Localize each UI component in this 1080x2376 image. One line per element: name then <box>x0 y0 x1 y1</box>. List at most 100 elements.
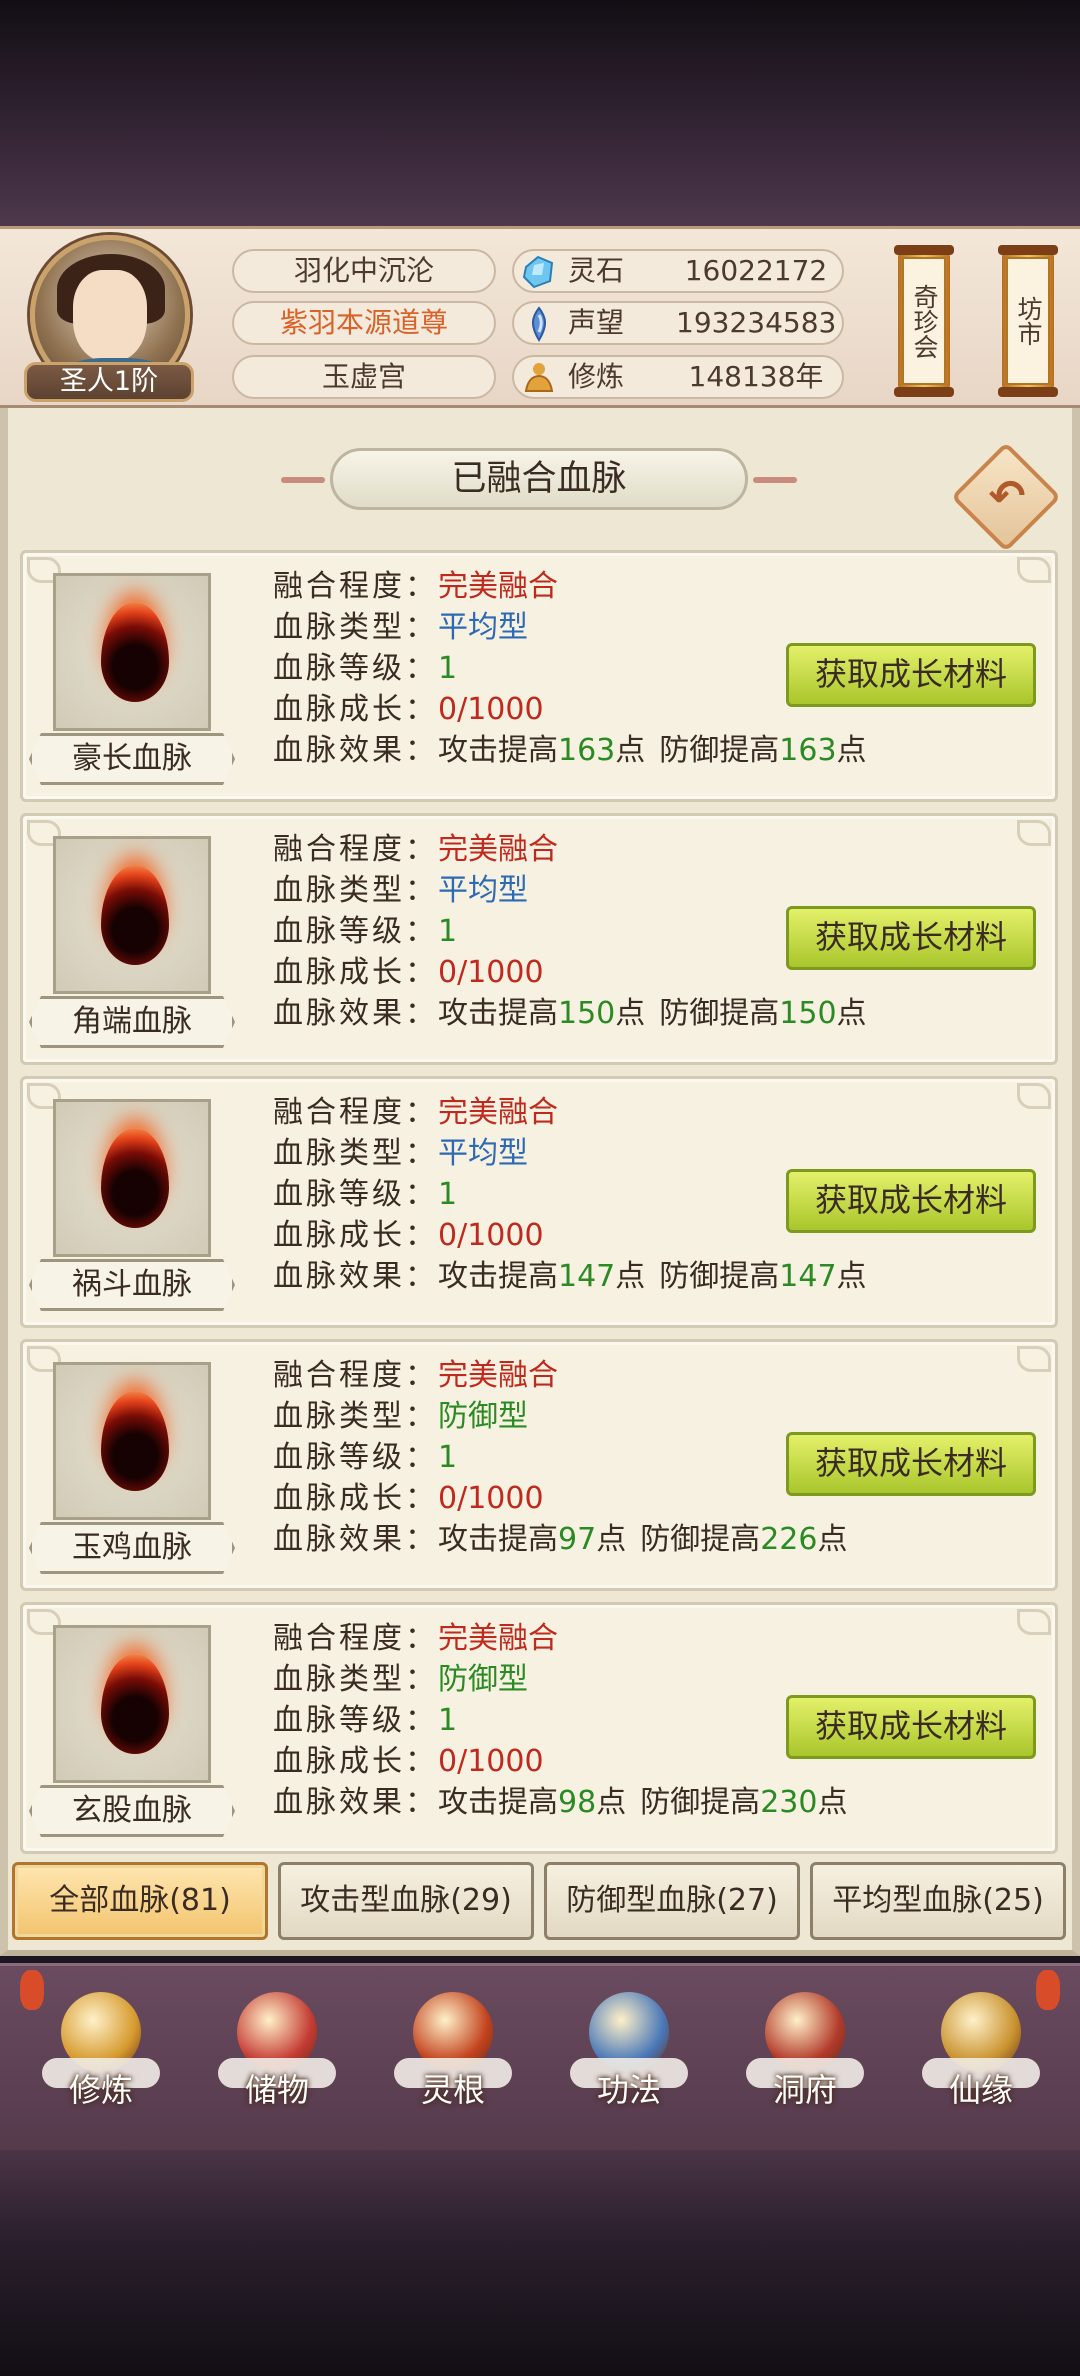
tab-all[interactable]: 全部血脉(81) <box>12 1862 268 1940</box>
nav-item[interactable]: 储物 <box>212 1984 342 2144</box>
effect-label: 血脉效果： <box>273 733 438 768</box>
def-text: 防御提高 <box>659 996 780 1031</box>
blood-drop-icon <box>101 1391 169 1491</box>
panel-title: 已融合血脉 <box>281 448 797 510</box>
effect-label: 血脉效果： <box>273 1785 438 1820</box>
scroll-cap <box>998 387 1058 397</box>
atk-text: 攻击提高 <box>438 1785 558 1820</box>
tab-attack[interactable]: 攻击型血脉(29) <box>278 1862 534 1940</box>
level-row: 血脉等级：1 <box>273 1175 457 1215</box>
bloodline-thumbnail[interactable] <box>53 1362 211 1520</box>
get-growth-material-button[interactable]: 获取成长材料 <box>786 643 1036 707</box>
treasure-fair-label: 奇珍会 <box>902 257 946 385</box>
get-growth-material-button[interactable]: 获取成长材料 <box>786 1695 1036 1759</box>
nav-item[interactable]: 洞府 <box>740 1984 870 2144</box>
tab-defense[interactable]: 防御型血脉(27) <box>544 1862 800 1940</box>
growth-value: 0/1000 <box>438 692 544 727</box>
nav-item[interactable]: 灵根 <box>388 1984 518 2144</box>
treasure-fair-button[interactable]: 奇珍会 <box>894 245 954 397</box>
unit-text: 点 <box>836 733 867 768</box>
type-value: 平均型 <box>438 1136 528 1171</box>
unit-text: 点 <box>817 1522 848 1557</box>
rank-badge: 圣人1阶 <box>24 362 194 402</box>
atk-value: 147 <box>558 1259 616 1294</box>
atk-text: 攻击提高 <box>438 1522 558 1557</box>
get-growth-material-button[interactable]: 获取成长材料 <box>786 1432 1036 1496</box>
effect-row: 血脉效果：攻击提高163点 防御提高163点 <box>273 731 867 771</box>
def-text: 防御提高 <box>640 1785 761 1820</box>
atk-value: 98 <box>558 1785 597 1820</box>
effect-label: 血脉效果： <box>273 996 438 1031</box>
bloodline-thumbnail[interactable] <box>53 1099 211 1257</box>
unit-text: 点 <box>615 996 646 1031</box>
growth-row: 血脉成长：0/1000 <box>273 1216 544 1256</box>
level-value: 1 <box>438 1177 458 1212</box>
type-row: 血脉类型：平均型 <box>273 871 528 911</box>
bloodline-thumbnail[interactable] <box>53 573 211 731</box>
atk-value: 97 <box>558 1522 597 1557</box>
type-row: 血脉类型：防御型 <box>273 1397 528 1437</box>
atk-value: 163 <box>558 733 616 768</box>
top-background <box>0 0 1080 226</box>
bloodline-name: 玉鸡血脉 <box>29 1522 235 1574</box>
bloodline-card: 豪长血脉 融合程度：完美融合 血脉类型：平均型 血脉等级：1 血脉成长：0/1000 血脉… <box>20 550 1058 802</box>
atk-text: 攻击提高 <box>438 733 558 768</box>
blood-drop-icon <box>101 1128 169 1228</box>
bottom-background <box>0 2150 1080 2376</box>
bloodline-name: 角端血脉 <box>29 996 235 1048</box>
growth-row: 血脉成长：0/1000 <box>273 1742 544 1782</box>
nav-item[interactable]: 仙缘 <box>916 1984 1046 2144</box>
def-value: 226 <box>760 1522 818 1557</box>
spirit-stone-icon <box>522 255 554 289</box>
get-growth-material-button[interactable]: 获取成长材料 <box>786 1169 1036 1233</box>
card-corner-ornament <box>1017 820 1051 846</box>
nav-item[interactable]: 修炼 <box>36 1984 166 2144</box>
growth-value: 0/1000 <box>438 1481 544 1516</box>
back-arrow-icon: ↶ <box>988 471 1026 522</box>
type-label: 血脉类型： <box>273 1662 438 1697</box>
tab-balanced[interactable]: 平均型血脉(25) <box>810 1862 1066 1940</box>
player-header: 圣人1阶 羽化中沉沦 紫羽本源道尊 玉虚宫 灵石 16022172 声望 193… <box>0 226 1080 408</box>
growth-label: 血脉成长： <box>273 1481 438 1516</box>
level-row: 血脉等级：1 <box>273 912 457 952</box>
bloodline-card: 玄股血脉 融合程度：完美融合 血脉类型：防御型 血脉等级：1 血脉成长：0/1000 血脉… <box>20 1602 1058 1854</box>
level-value: 1 <box>438 1440 458 1475</box>
stat-label: 修炼 <box>568 360 625 393</box>
market-button[interactable]: 坊市 <box>998 245 1058 397</box>
nav-item[interactable]: 功法 <box>564 1984 694 2144</box>
level-value: 1 <box>438 651 458 686</box>
cultivation-icon <box>524 363 554 392</box>
reputation-icon <box>532 306 546 342</box>
level-label: 血脉等级： <box>273 1703 438 1738</box>
title-pill-1[interactable]: 羽化中沉沦 <box>232 249 496 293</box>
get-growth-material-button[interactable]: 获取成长材料 <box>786 906 1036 970</box>
effect-row: 血脉效果：攻击提高147点 防御提高147点 <box>273 1257 867 1297</box>
cultivation-stat: 修炼 148138年 <box>512 355 844 399</box>
unit-text: 点 <box>615 1259 646 1294</box>
fusion-row: 融合程度：完美融合 <box>273 567 558 607</box>
stat-label: 灵石 <box>568 254 625 287</box>
sect-pill[interactable]: 玉虚宫 <box>232 355 496 399</box>
level-label: 血脉等级： <box>273 914 438 949</box>
bloodline-name: 豪长血脉 <box>29 733 235 785</box>
type-label: 血脉类型： <box>273 610 438 645</box>
bloodline-card: 玉鸡血脉 融合程度：完美融合 血脉类型：防御型 血脉等级：1 血脉成长：0/1000 血脉… <box>20 1339 1058 1591</box>
level-row: 血脉等级：1 <box>273 649 457 689</box>
title-pill-2[interactable]: 紫羽本源道尊 <box>232 301 496 345</box>
fusion-value: 完美融合 <box>438 569 558 604</box>
fusion-value: 完美融合 <box>438 832 558 867</box>
spirit-stone-stat: 灵石 16022172 <box>512 249 844 293</box>
growth-value: 0/1000 <box>438 955 544 990</box>
bloodline-thumbnail[interactable] <box>53 836 211 994</box>
growth-value: 0/1000 <box>438 1744 544 1779</box>
def-text: 防御提高 <box>659 1259 780 1294</box>
unit-text: 点 <box>817 1785 848 1820</box>
effect-row: 血脉效果：攻击提高150点 防御提高150点 <box>273 994 867 1034</box>
growth-label: 血脉成长： <box>273 692 438 727</box>
bloodline-thumbnail[interactable] <box>53 1625 211 1783</box>
filter-tabs: 全部血脉(81) 攻击型血脉(29) 防御型血脉(27) 平均型血脉(25) <box>0 1862 1080 1942</box>
type-value: 防御型 <box>438 1399 528 1434</box>
unit-text: 点 <box>836 1259 867 1294</box>
bottom-nav: 修炼 储物 灵根 功法 洞府 仙缘 <box>0 1963 1080 2151</box>
fusion-row: 融合程度：完美融合 <box>273 1619 558 1659</box>
